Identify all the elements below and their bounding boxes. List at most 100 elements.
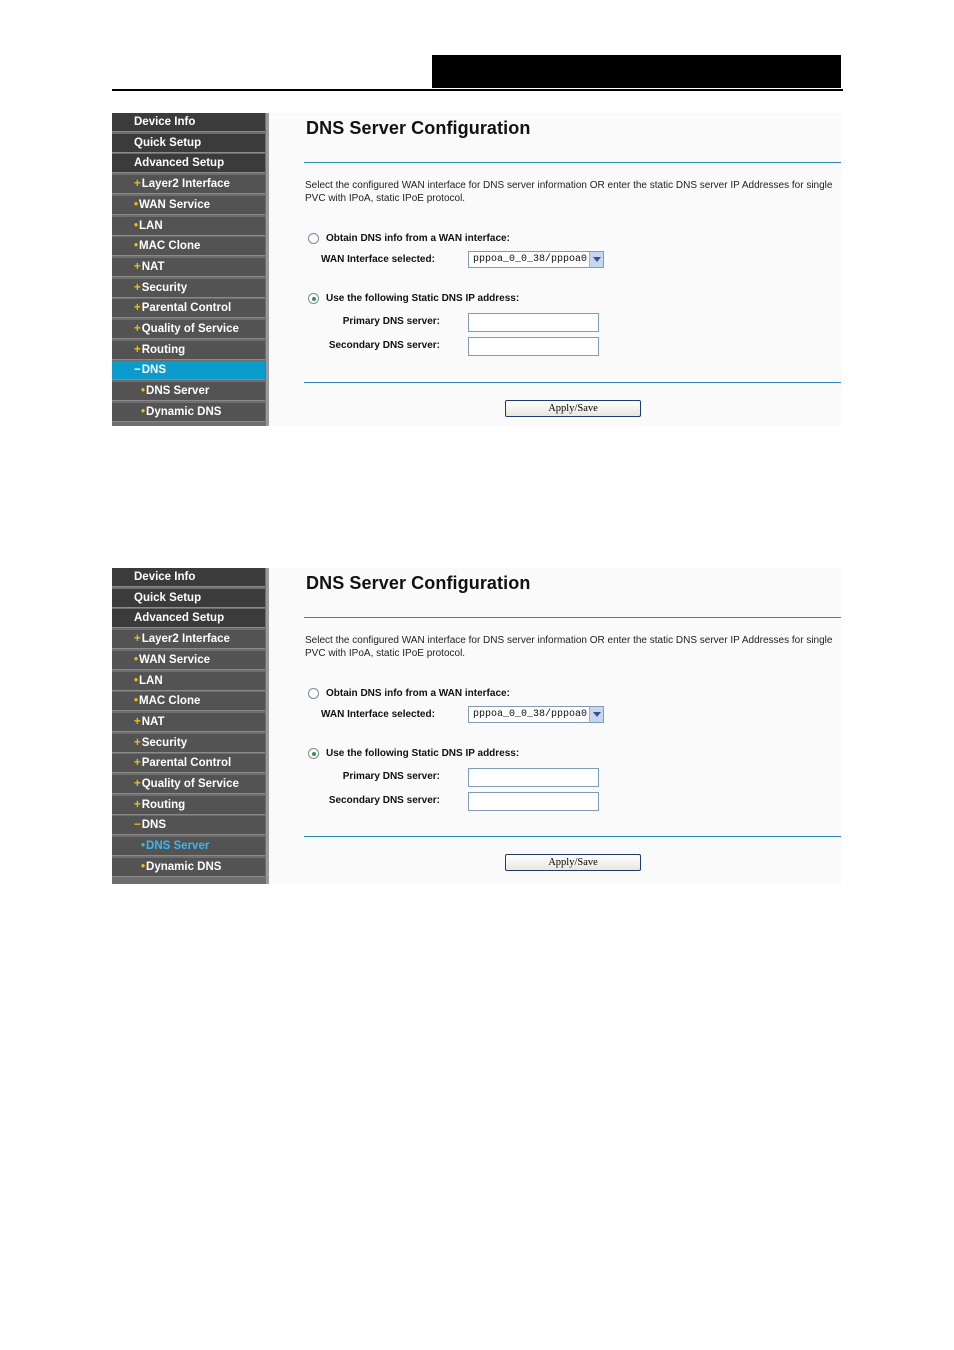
chevron-down-icon[interactable] xyxy=(589,707,603,722)
sidebar-item-lan[interactable]: •LAN xyxy=(112,216,265,236)
sidebar-item-label: Device Info xyxy=(134,571,196,583)
sidebar-item-security[interactable]: +Security xyxy=(112,733,265,753)
sidebar-item-label: Device Info xyxy=(134,116,196,128)
sidebar-item-label: NAT xyxy=(141,715,165,728)
sidebar-item-quality-of-service[interactable]: +Quality of Service xyxy=(112,320,265,339)
sidebar-item-label: NAT xyxy=(141,260,165,273)
radio-row-static[interactable]: Use the following Static DNS IP address: xyxy=(308,293,519,304)
radio-static-dns[interactable] xyxy=(308,748,319,759)
sidebar-item-routing[interactable]: +Routing xyxy=(112,340,265,360)
page-title: DNS Server Configuration xyxy=(306,118,531,138)
secondary-dns-input[interactable] xyxy=(468,337,599,356)
sidebar-item-label: Security xyxy=(141,736,188,749)
sidebar-item-label: LAN xyxy=(139,219,163,232)
bullet-icon: • xyxy=(141,860,146,873)
bullet-icon: • xyxy=(134,695,139,708)
primary-dns-input[interactable] xyxy=(468,313,599,332)
radio-static-dns-label: Use the following Static DNS IP address: xyxy=(326,748,520,759)
sidebar-item-label: Layer2 Interface xyxy=(141,178,230,191)
radio-obtain-wan[interactable] xyxy=(308,233,319,244)
sidebar-item-label: Quick Setup xyxy=(134,591,202,604)
divider-top xyxy=(304,162,841,163)
sidebar-item-parental-control[interactable]: +Parental Control xyxy=(112,754,265,774)
sidebar-item-label: Quality of Service xyxy=(141,778,239,790)
expand-plus-icon: + xyxy=(134,343,141,356)
sidebar-item-mac-clone[interactable]: •MAC Clone xyxy=(112,692,265,712)
sidebar-item-advanced-setup[interactable]: Advanced Setup xyxy=(112,609,265,629)
sidebar-item-label: MAC Clone xyxy=(139,695,201,708)
sidebar-item-label: DNS xyxy=(141,819,166,832)
sidebar-item-label: WAN Service xyxy=(139,653,210,666)
sidebar-item-label: Advanced Setup xyxy=(134,612,225,625)
sidebar-item-quick-setup[interactable]: Quick Setup xyxy=(112,133,265,153)
secondary-dns-label: Secondary DNS server: xyxy=(328,795,440,806)
sidebar-item-lan[interactable]: •LAN xyxy=(112,671,265,691)
expand-plus-icon: + xyxy=(134,778,141,790)
divider-top xyxy=(304,617,841,618)
expand-plus-icon: + xyxy=(134,757,141,770)
sidebar-item-label: Routing xyxy=(141,798,186,811)
sidebar-item-device-info[interactable]: Device Info xyxy=(112,113,265,132)
sidebar-item-security[interactable]: +Security xyxy=(112,278,265,298)
radio-row-wan[interactable]: Obtain DNS info from a WAN interface: xyxy=(308,233,510,244)
wan-interface-label: WAN Interface selected: xyxy=(321,709,435,720)
sidebar-item-wan-service[interactable]: •WAN Service xyxy=(112,195,265,215)
expand-plus-icon: + xyxy=(134,798,141,811)
sidebar-item-label: LAN xyxy=(139,674,163,687)
bullet-icon: • xyxy=(141,385,146,398)
sidebar-item-parental-control[interactable]: +Parental Control xyxy=(112,299,265,319)
sidebar-item-routing[interactable]: +Routing xyxy=(112,795,265,815)
sidebar-item-dns-server[interactable]: •DNS Server xyxy=(112,382,265,402)
expand-plus-icon: + xyxy=(134,260,141,273)
sidebar-item-nat[interactable]: +NAT xyxy=(112,257,265,277)
sidebar-item-device-info[interactable]: Device Info xyxy=(112,568,265,587)
radio-obtain-wan[interactable] xyxy=(308,688,319,699)
sidebar-item-dns-server[interactable]: •DNS Server xyxy=(112,837,265,857)
wan-interface-select[interactable]: pppoa_0_0_38/pppoa0 xyxy=(468,706,604,723)
expand-plus-icon: + xyxy=(134,281,141,294)
sidebar-item-label: WAN Service xyxy=(139,198,210,211)
wan-interface-select[interactable]: pppoa_0_0_38/pppoa0 xyxy=(468,251,604,268)
sidebar-item-label: Quick Setup xyxy=(134,136,202,149)
radio-static-dns[interactable] xyxy=(308,293,319,304)
sidebar-item-label: DNS xyxy=(141,364,166,377)
primary-dns-input[interactable] xyxy=(468,768,599,787)
bullet-icon: • xyxy=(134,653,139,666)
chevron-down-icon[interactable] xyxy=(589,252,603,267)
bullet-icon: • xyxy=(134,219,139,232)
wan-interface-label: WAN Interface selected: xyxy=(321,254,435,265)
sidebar-item-nat[interactable]: +NAT xyxy=(112,712,265,732)
sidebar-item-dns[interactable]: −DNS xyxy=(112,361,265,381)
apply-save-button[interactable]: Apply/Save xyxy=(505,400,641,417)
expand-plus-icon: + xyxy=(134,302,141,315)
expand-plus-icon: + xyxy=(134,715,141,728)
bullet-icon: • xyxy=(141,840,146,853)
apply-save-button[interactable]: Apply/Save xyxy=(505,854,641,871)
radio-obtain-wan-label: Obtain DNS info from a WAN interface: xyxy=(326,688,510,699)
secondary-dns-label: Secondary DNS server: xyxy=(328,340,440,351)
sidebar-nav: Device Info Quick Setup Advanced Setup +Lay… xyxy=(112,568,270,884)
bullet-icon: • xyxy=(134,674,139,687)
radio-static-dns-label: Use the following Static DNS IP address: xyxy=(326,293,520,304)
sidebar-item-dns[interactable]: −DNS xyxy=(112,816,265,836)
bullet-icon: • xyxy=(134,240,139,253)
radio-row-static[interactable]: Use the following Static DNS IP address: xyxy=(308,748,519,759)
sidebar-item-advanced-setup[interactable]: Advanced Setup xyxy=(112,154,265,174)
page-title: DNS Server Configuration xyxy=(306,573,531,593)
sidebar-item-quality-of-service[interactable]: +Quality of Service xyxy=(112,775,265,794)
sidebar-item-mac-clone[interactable]: •MAC Clone xyxy=(112,237,265,257)
sidebar-item-label: Quality of Service xyxy=(141,323,239,335)
sidebar-item-layer2-interface[interactable]: +Layer2 Interface xyxy=(112,630,265,650)
expand-plus-icon: + xyxy=(134,178,141,191)
sidebar-item-quick-setup[interactable]: Quick Setup xyxy=(112,588,265,608)
secondary-dns-input[interactable] xyxy=(468,792,599,811)
radio-obtain-wan-label: Obtain DNS info from a WAN interface: xyxy=(326,233,510,244)
sidebar-item-dynamic-dns[interactable]: •Dynamic DNS xyxy=(112,857,265,877)
sidebar-item-label: Parental Control xyxy=(141,757,232,770)
divider-bottom xyxy=(304,382,841,383)
radio-row-wan[interactable]: Obtain DNS info from a WAN interface: xyxy=(308,688,510,699)
sidebar-item-wan-service[interactable]: •WAN Service xyxy=(112,650,265,670)
sidebar-item-dynamic-dns[interactable]: •Dynamic DNS xyxy=(112,402,265,422)
sidebar-item-layer2-interface[interactable]: +Layer2 Interface xyxy=(112,175,265,195)
content-panel: DNS Server Configuration Select the conf… xyxy=(269,113,841,426)
